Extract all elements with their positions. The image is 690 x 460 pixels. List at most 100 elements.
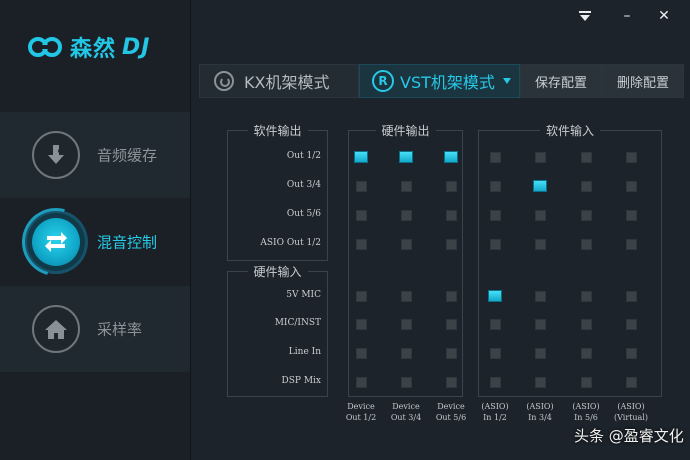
matrix-cell[interactable] (489, 180, 501, 192)
logo-icon (28, 35, 64, 59)
matrix-cell[interactable] (625, 376, 637, 388)
column-label: (ASIO) In 3/4 (526, 402, 554, 422)
matrix-cell[interactable] (400, 209, 412, 221)
watermark: 头条 @盈睿文化 (574, 427, 684, 445)
tab-label: KX机架模式 (244, 73, 330, 92)
matrix-cell[interactable] (355, 209, 367, 221)
brand-logo: 森然 DJ (28, 30, 150, 64)
swap-arrows-icon (32, 218, 80, 266)
sidebar: 森然 DJ 音频缓存 混音控制 采样率 (0, 0, 191, 460)
matrix-cell[interactable] (580, 238, 592, 250)
matrix-cell[interactable] (580, 180, 592, 192)
matrix-cell[interactable] (534, 347, 546, 359)
matrix-cell[interactable] (489, 347, 501, 359)
matrix-cell[interactable] (355, 318, 367, 330)
matrix-cell[interactable] (400, 318, 412, 330)
row-label: ASIO Out 1/2 (260, 238, 321, 248)
refresh-icon (214, 71, 234, 91)
matrix-cell[interactable] (534, 209, 546, 221)
column-label: (ASIO) In 1/2 (481, 402, 509, 422)
matrix-cell[interactable] (445, 180, 457, 192)
row-label: Out 5/6 (286, 209, 321, 219)
matrix-cell[interactable] (580, 347, 592, 359)
matrix-cell[interactable] (444, 151, 458, 163)
matrix-cell[interactable] (489, 209, 501, 221)
matrix-cell[interactable] (445, 209, 457, 221)
matrix-cell[interactable] (400, 376, 412, 388)
sidebar-item-mix-control[interactable]: 混音控制 (0, 199, 190, 285)
matrix-cell[interactable] (355, 376, 367, 388)
matrix-cell[interactable] (355, 238, 367, 250)
matrix-cell[interactable] (580, 290, 592, 302)
matrix-cell[interactable] (355, 290, 367, 302)
brand-suffix: DJ (122, 34, 151, 60)
sidebar-item-label: 音频缓存 (97, 146, 158, 165)
matrix-cell[interactable] (625, 151, 637, 163)
matrix-cell[interactable] (534, 151, 546, 163)
row-label: DSP Mix (281, 376, 321, 386)
matrix-cell[interactable] (400, 238, 412, 250)
matrix-cell[interactable] (354, 151, 368, 163)
matrix-cell[interactable] (489, 376, 501, 388)
matrix-cell[interactable] (489, 238, 501, 250)
group-title: 硬件输出 (375, 122, 436, 139)
tab-vst-rack-mode[interactable]: R VST机架模式 (359, 64, 520, 98)
matrix-cell[interactable] (355, 347, 367, 359)
column-label: Device Out 3/4 (390, 402, 422, 422)
matrix-cell[interactable] (625, 180, 637, 192)
matrix-cell[interactable] (399, 151, 413, 163)
matrix-cell[interactable] (625, 238, 637, 250)
column-label: Device Out 5/6 (435, 402, 467, 422)
matrix-cell[interactable] (445, 238, 457, 250)
matrix-cell[interactable] (488, 290, 502, 302)
matrix-cell[interactable] (445, 318, 457, 330)
matrix-cell[interactable] (580, 151, 592, 163)
matrix-cell[interactable] (533, 180, 547, 192)
row-label: Out 3/4 (286, 180, 321, 190)
tab-kx-rack-mode[interactable]: KX机架模式 (199, 64, 359, 98)
matrix-cell[interactable] (400, 347, 412, 359)
matrix-cell[interactable] (534, 290, 546, 302)
matrix-cell[interactable] (445, 376, 457, 388)
app-window: 森然 DJ 音频缓存 混音控制 采样率 – ✕ KX机架模式 R VST机架模式… (0, 0, 690, 460)
matrix-cell[interactable] (489, 151, 501, 163)
sidebar-item-audio-buffer[interactable]: 音频缓存 (0, 112, 190, 198)
matrix-cell[interactable] (445, 290, 457, 302)
matrix-cell[interactable] (625, 290, 637, 302)
close-button[interactable]: ✕ (655, 8, 673, 24)
group-title: 软件输出 (247, 122, 308, 139)
sidebar-item-label: 采样率 (97, 320, 143, 339)
brand-name: 森然 (70, 37, 117, 62)
matrix-cell[interactable] (400, 180, 412, 192)
matrix-cell[interactable] (580, 209, 592, 221)
delete-config-button[interactable]: 删除配置 (602, 64, 684, 98)
row-label: Line In (288, 347, 321, 357)
column-label: (ASIO) In 5/6 (572, 402, 600, 422)
matrix-cell[interactable] (445, 347, 457, 359)
matrix-cell[interactable] (625, 209, 637, 221)
matrix-cell[interactable] (625, 347, 637, 359)
matrix-cell[interactable] (355, 180, 367, 192)
sidebar-item-sample-rate[interactable]: 采样率 (0, 286, 190, 372)
matrix-cell[interactable] (534, 318, 546, 330)
matrix-cell[interactable] (625, 318, 637, 330)
music-download-icon (32, 131, 80, 179)
matrix-cell[interactable] (489, 318, 501, 330)
home-icon (32, 305, 80, 353)
row-label: 5V MIC (286, 290, 321, 300)
matrix-cell[interactable] (400, 290, 412, 302)
row-label: MIC/INST (274, 318, 321, 328)
matrix-cell[interactable] (580, 376, 592, 388)
registered-icon: R (372, 70, 394, 92)
minimize-button[interactable]: – (618, 8, 636, 24)
matrix-cell[interactable] (534, 238, 546, 250)
dropdown-menu-icon[interactable] (576, 8, 594, 24)
sidebar-item-label: 混音控制 (97, 233, 158, 252)
group-title: 硬件输入 (247, 263, 308, 280)
matrix-cell[interactable] (534, 376, 546, 388)
save-config-button[interactable]: 保存配置 (520, 64, 602, 98)
row-label: Out 1/2 (286, 151, 321, 161)
group-title: 软件输入 (539, 122, 601, 139)
matrix-cell[interactable] (580, 318, 592, 330)
tab-label: VST机架模式 (400, 73, 495, 92)
